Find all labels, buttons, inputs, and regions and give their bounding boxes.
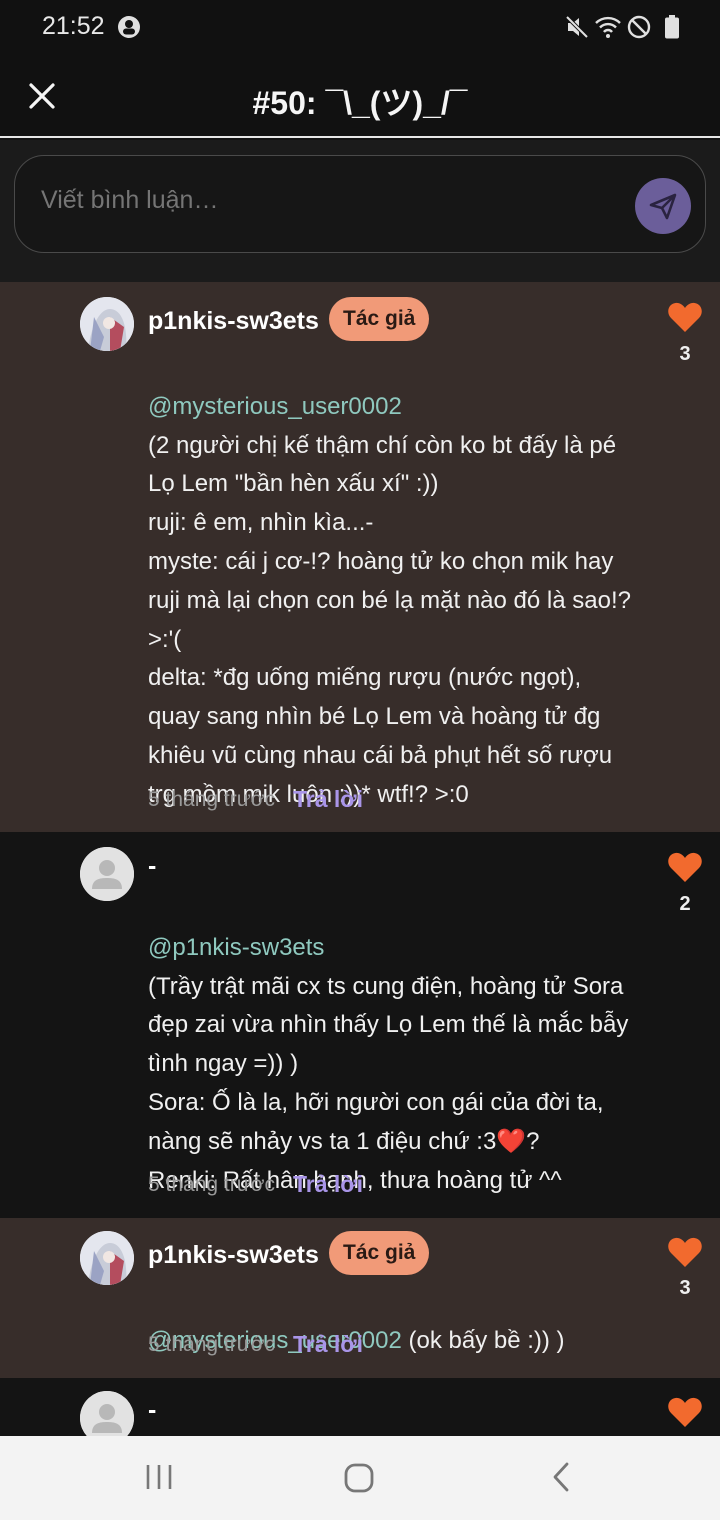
home-icon[interactable] (343, 1462, 375, 1494)
page-title: #50: ¯\_(ツ)_/¯ (252, 85, 468, 121)
heart-icon[interactable] (667, 301, 703, 333)
reply-button[interactable]: Trả lời (293, 1331, 363, 1358)
comment-text: (Trầy trật mãi cx ts cung điện, hoàng tử… (148, 972, 629, 1194)
comment-item: - (0, 1378, 720, 1436)
heart-icon[interactable] (667, 1236, 703, 1268)
avatar[interactable] (80, 1391, 134, 1436)
heart-icon[interactable] (667, 851, 703, 883)
recent-apps-icon[interactable] (144, 1462, 174, 1492)
header: #50: ¯\_(ツ)_/¯ (0, 56, 720, 138)
reply-button[interactable]: Trả lời (293, 786, 363, 813)
avatar[interactable] (80, 847, 134, 901)
comment-timestamp: 5 tháng trước (148, 1173, 276, 1196)
like-count: 3 (679, 343, 691, 365)
comment-item: p1nkis-sw3ets Tác giả @mysterious_user00… (0, 1218, 720, 1378)
author-badge: Tác giả (329, 1231, 430, 1275)
reply-button[interactable]: Trả lời (293, 1171, 363, 1198)
comment-input[interactable] (41, 186, 601, 215)
default-avatar-icon (80, 847, 134, 901)
back-icon[interactable] (549, 1462, 575, 1492)
comment-body: @mysterious_user0002 (2 người chị kế thậ… (148, 349, 648, 815)
author-badge: Tác giả (329, 297, 430, 341)
comment-timestamp: 5 tháng trước (148, 788, 276, 811)
status-bar: 21:52 (0, 0, 720, 56)
avatar[interactable] (80, 297, 134, 351)
comment-item: p1nkis-sw3ets Tác giả @mysterious_user00… (0, 282, 720, 832)
comment-text: (2 người chị kế thậm chí còn ko bt đấy l… (148, 431, 631, 808)
mention-link[interactable]: @p1nkis-sw3ets (148, 934, 324, 961)
mention-link[interactable]: @mysterious_user0002 (148, 393, 402, 420)
like-count: 3 (679, 1277, 691, 1299)
comment-username[interactable]: - (148, 852, 156, 881)
mute-icon (565, 15, 589, 39)
comment-composer-area (0, 140, 720, 282)
default-avatar-icon (80, 1391, 134, 1436)
comment-body: @p1nkis-sw3ets (Trầy trật mãi cx ts cung… (148, 890, 648, 1200)
like-count: 2 (679, 893, 691, 915)
avatar-image (80, 1231, 134, 1285)
status-icons (564, 14, 682, 42)
comment-item: - @p1nkis-sw3ets (Trầy trật mãi cx ts cu… (0, 832, 720, 1218)
do-not-disturb-icon (627, 15, 651, 39)
send-icon (649, 193, 677, 220)
heart-icon[interactable] (667, 1396, 703, 1428)
system-nav-bar (0, 1436, 720, 1520)
battery-icon (665, 15, 679, 39)
account-status-icon (118, 16, 140, 38)
avatar[interactable] (80, 1231, 134, 1285)
wifi-icon (595, 16, 621, 38)
status-time: 21:52 (42, 12, 105, 40)
avatar-image (80, 297, 134, 351)
comment-composer (14, 155, 706, 253)
comment-username[interactable]: p1nkis-sw3ets (148, 307, 319, 336)
comment-username[interactable]: - (148, 1396, 156, 1425)
comment-timestamp: 5 tháng trước (148, 1333, 276, 1356)
comment-text: (ok bấy bề :)) ) (401, 1326, 565, 1354)
comment-username[interactable]: p1nkis-sw3ets (148, 1241, 319, 1270)
send-button[interactable] (635, 178, 691, 234)
